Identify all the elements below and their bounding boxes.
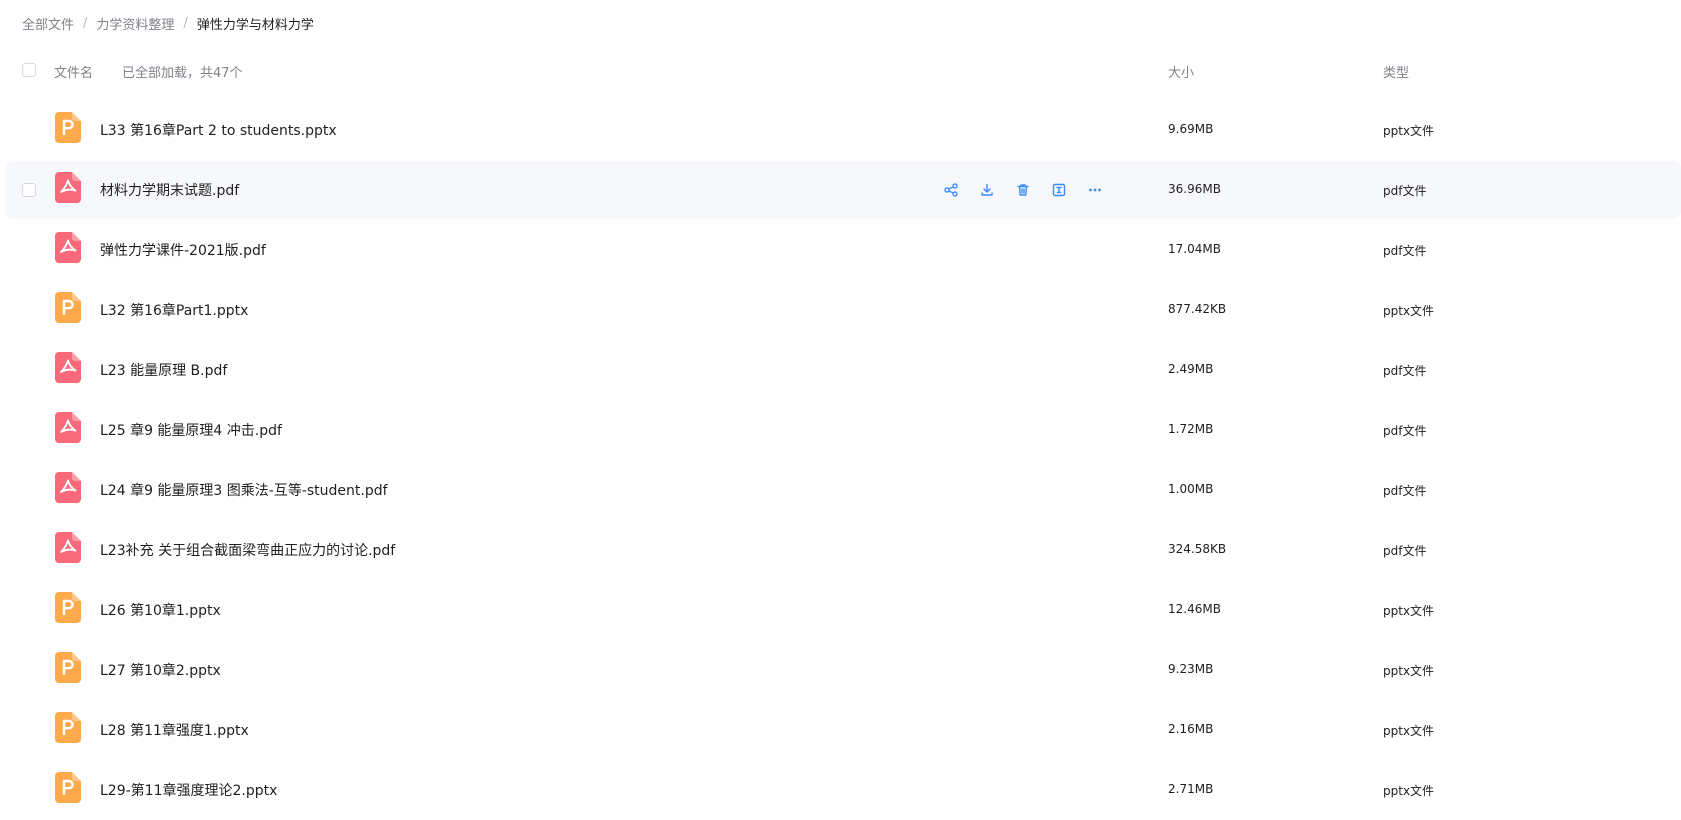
pdf-file-icon — [55, 172, 81, 203]
file-size: 9.69MB — [1168, 122, 1214, 136]
file-row[interactable]: L29-第11章强度理论2.pptx 2.71MB pptx文件 — [0, 760, 1681, 820]
file-name[interactable]: L24 章9 能量原理3 图乘法-互等-student.pdf — [100, 480, 388, 500]
file-row[interactable]: L26 第10章1.pptx 12.46MB pptx文件 — [0, 580, 1681, 640]
trash-button[interactable] — [1010, 177, 1036, 203]
file-list: L33 第16章Part 2 to students.pptx 9.69MB p… — [0, 100, 1681, 820]
file-row[interactable]: L27 第10章2.pptx 9.23MB pptx文件 — [0, 640, 1681, 700]
file-size: 2.16MB — [1168, 722, 1214, 736]
pptx-file-icon — [55, 652, 81, 683]
pptx-file-icon — [55, 292, 81, 323]
breadcrumb-current-folder: 弹性力学与材料力学 — [196, 17, 314, 33]
more-button[interactable] — [1082, 177, 1108, 203]
pdf-file-icon — [55, 532, 81, 563]
file-name[interactable]: L27 第10章2.pptx — [100, 660, 221, 680]
file-name[interactable]: L26 第10章1.pptx — [100, 600, 221, 620]
file-row[interactable]: L24 章9 能量原理3 图乘法-互等-student.pdf 1.00MB p… — [0, 460, 1681, 520]
breadcrumb-all-files[interactable]: 全部文件 — [22, 14, 74, 33]
file-size: 2.49MB — [1168, 362, 1214, 376]
file-type: pptx文件 — [1383, 124, 1435, 138]
column-header-name[interactable]: 文件名 — [54, 62, 93, 81]
file-type: pptx文件 — [1383, 604, 1435, 618]
breadcrumb-separator: / — [183, 15, 188, 31]
file-row[interactable]: 弹性力学课件-2021版.pdf 17.04MB pdf文件 — [0, 220, 1681, 280]
row-actions — [938, 177, 1118, 203]
file-row[interactable]: L33 第16章Part 2 to students.pptx 9.69MB p… — [0, 100, 1681, 160]
file-type: pptx文件 — [1383, 664, 1435, 678]
file-name[interactable]: 弹性力学课件-2021版.pdf — [100, 240, 266, 260]
file-size: 12.46MB — [1168, 602, 1221, 616]
pptx-file-icon — [55, 112, 81, 143]
column-header-type[interactable]: 类型 — [1383, 62, 1409, 81]
pdf-file-icon — [55, 472, 81, 503]
file-row[interactable]: L23 能量原理 B.pdf 2.49MB pdf文件 — [0, 340, 1681, 400]
file-size: 36.96MB — [1168, 182, 1221, 196]
file-type: pdf文件 — [1383, 364, 1427, 378]
file-size: 324.58KB — [1168, 542, 1227, 556]
file-name[interactable]: L32 第16章Part1.pptx — [100, 300, 248, 320]
share-button[interactable] — [938, 177, 964, 203]
file-row[interactable]: L23补充 关于组合截面梁弯曲正应力的讨论.pdf 324.58KB pdf文件 — [0, 520, 1681, 580]
rename-button[interactable] — [1046, 177, 1072, 203]
file-type: pptx文件 — [1383, 724, 1435, 738]
more-icon — [1089, 188, 1101, 192]
file-name[interactable]: L23补充 关于组合截面梁弯曲正应力的讨论.pdf — [100, 540, 395, 560]
file-name[interactable]: L28 第11章强度1.pptx — [100, 720, 249, 740]
pptx-file-icon — [55, 772, 81, 803]
file-type: pdf文件 — [1383, 544, 1427, 558]
rename-icon — [1052, 183, 1066, 197]
file-type: pdf文件 — [1383, 484, 1427, 498]
file-name[interactable]: L33 第16章Part 2 to students.pptx — [100, 120, 337, 140]
file-size: 2.71MB — [1168, 782, 1214, 796]
file-size: 9.23MB — [1168, 662, 1214, 676]
file-type: pptx文件 — [1383, 304, 1435, 318]
file-type: pptx文件 — [1383, 784, 1435, 798]
breadcrumb-mechanics-folder[interactable]: 力学资料整理 — [96, 14, 174, 33]
file-list-header: 文件名 已全部加载，共47个 大小 类型 — [0, 54, 1681, 90]
file-type: pdf文件 — [1383, 424, 1427, 438]
file-type: pdf文件 — [1383, 184, 1427, 198]
breadcrumb-separator: / — [83, 15, 88, 31]
file-name[interactable]: 材料力学期末试题.pdf — [100, 180, 239, 200]
pdf-file-icon — [55, 352, 81, 383]
trash-icon — [1017, 184, 1029, 196]
file-name[interactable]: L23 能量原理 B.pdf — [100, 360, 227, 380]
breadcrumb: 全部文件 / 力学资料整理 / 弹性力学与材料力学 — [22, 14, 314, 33]
file-row[interactable]: L28 第11章强度1.pptx 2.16MB pptx文件 — [0, 700, 1681, 760]
file-size: 877.42KB — [1168, 302, 1227, 316]
file-row[interactable]: 材料力学期末试题.pdf 36.96MB pdf文件 — [0, 160, 1681, 220]
file-row[interactable]: L25 章9 能量原理4 冲击.pdf 1.72MB pdf文件 — [0, 400, 1681, 460]
column-header-size[interactable]: 大小 — [1168, 62, 1194, 81]
file-type: pdf文件 — [1383, 244, 1427, 258]
pdf-file-icon — [55, 412, 81, 443]
pdf-file-icon — [55, 232, 81, 263]
download-icon — [981, 183, 993, 196]
file-name[interactable]: L29-第11章强度理论2.pptx — [100, 780, 277, 800]
row-checkbox[interactable] — [22, 183, 36, 197]
file-size: 1.00MB — [1168, 482, 1214, 496]
file-row[interactable]: L32 第16章Part1.pptx 877.42KB pptx文件 — [0, 280, 1681, 340]
download-button[interactable] — [974, 177, 1000, 203]
pptx-file-icon — [55, 592, 81, 623]
load-status-text: 已全部加载，共47个 — [122, 66, 243, 81]
select-all-checkbox[interactable] — [22, 63, 36, 77]
file-name[interactable]: L25 章9 能量原理4 冲击.pdf — [100, 420, 282, 440]
share-icon — [944, 183, 958, 197]
file-size: 17.04MB — [1168, 242, 1221, 256]
file-size: 1.72MB — [1168, 422, 1214, 436]
pptx-file-icon — [55, 712, 81, 743]
